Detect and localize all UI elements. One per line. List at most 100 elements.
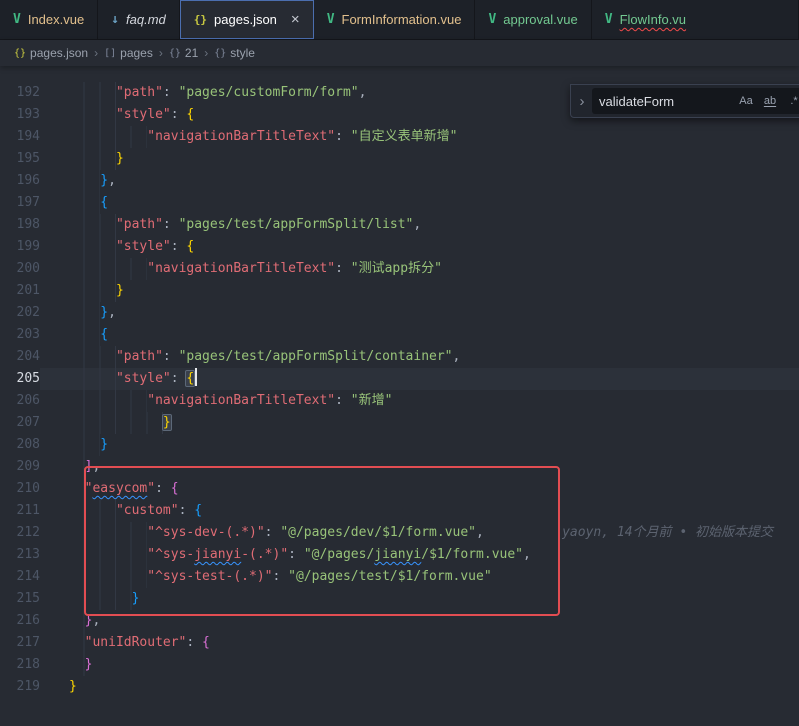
code-content[interactable]: "style": { bbox=[40, 368, 799, 390]
code-content[interactable]: { bbox=[40, 324, 799, 346]
code-token: "新增" bbox=[351, 393, 393, 408]
line-number[interactable]: 207 bbox=[0, 412, 40, 434]
code-token: } bbox=[132, 591, 140, 606]
code-line: 205"style": { bbox=[0, 368, 799, 390]
code-token: : bbox=[335, 261, 351, 276]
tab-label: FlowInfo.vu bbox=[620, 12, 686, 27]
tab-approval-vue[interactable]: Vapproval.vue bbox=[475, 0, 591, 39]
code-token: "^sys-test-(.*)" bbox=[147, 569, 272, 584]
code-content[interactable]: "^sys-test-(.*)": "@/pages/test/$1/form.… bbox=[40, 566, 799, 588]
line-number[interactable]: 219 bbox=[0, 676, 40, 698]
tab-label: pages.json bbox=[214, 12, 277, 27]
code-token: jianyi bbox=[194, 547, 241, 562]
line-number[interactable]: 193 bbox=[0, 104, 40, 126]
code-content[interactable]: "style": { bbox=[40, 236, 799, 258]
indent-whitespace bbox=[69, 192, 100, 214]
code-token: } bbox=[100, 437, 108, 452]
line-number[interactable]: 214 bbox=[0, 566, 40, 588]
breadcrumb-item-pages[interactable]: []pages bbox=[104, 46, 153, 60]
tab-flowinfo-vu[interactable]: V FlowInfo.vu bbox=[592, 0, 799, 39]
close-icon[interactable]: × bbox=[291, 12, 300, 27]
code-content[interactable]: } bbox=[40, 654, 799, 676]
code-content[interactable]: } bbox=[40, 412, 799, 434]
code-content[interactable]: }, bbox=[40, 610, 799, 632]
line-number[interactable]: 209 bbox=[0, 456, 40, 478]
breadcrumb-item-style[interactable]: {}style bbox=[214, 46, 255, 60]
tab-faq-md[interactable]: ↓faq.md bbox=[98, 0, 180, 39]
code-content[interactable]: "navigationBarTitleText": "自定义表单新增" bbox=[40, 126, 799, 148]
code-content[interactable]: } bbox=[40, 148, 799, 170]
code-content[interactable]: "navigationBarTitleText": "测试app拆分" bbox=[40, 258, 799, 280]
code-token: : bbox=[335, 129, 351, 144]
code-content[interactable]: "easycom": { bbox=[40, 478, 799, 500]
line-number[interactable]: 203 bbox=[0, 324, 40, 346]
object-icon: {} bbox=[214, 48, 226, 59]
tab-pages-json[interactable]: {}pages.json× bbox=[180, 0, 314, 39]
code-content[interactable]: "path": "pages/test/appFormSplit/list", bbox=[40, 214, 799, 236]
line-number[interactable]: 208 bbox=[0, 434, 40, 456]
whole-word-icon[interactable]: ab bbox=[759, 91, 781, 111]
line-number[interactable]: 211 bbox=[0, 500, 40, 522]
tab-forminformation-vue[interactable]: VFormInformation.vue bbox=[314, 0, 476, 39]
indent-whitespace bbox=[69, 302, 100, 324]
code-token: , bbox=[523, 547, 531, 562]
vue-icon: V bbox=[605, 12, 613, 27]
line-number[interactable]: 194 bbox=[0, 126, 40, 148]
code-content[interactable]: "custom": { bbox=[40, 500, 799, 522]
code-content[interactable]: { bbox=[40, 192, 799, 214]
code-content[interactable]: } bbox=[40, 280, 799, 302]
code-content[interactable]: } bbox=[40, 588, 799, 610]
code-editor[interactable]: 192"path": "pages/customForm/form",193"s… bbox=[0, 66, 799, 726]
code-content[interactable]: ], bbox=[40, 456, 799, 478]
code-content[interactable]: } bbox=[40, 676, 799, 698]
line-number[interactable]: 196 bbox=[0, 170, 40, 192]
code-token: "^sys-dev-(.*)" bbox=[147, 525, 264, 540]
code-line: 198"path": "pages/test/appFormSplit/list… bbox=[0, 214, 799, 236]
code-token: { bbox=[100, 195, 108, 210]
line-number[interactable]: 216 bbox=[0, 610, 40, 632]
code-content[interactable]: "path": "pages/test/appFormSplit/contain… bbox=[40, 346, 799, 368]
code-token: jianyi bbox=[374, 547, 421, 562]
line-number[interactable]: 192 bbox=[0, 82, 40, 104]
code-content[interactable]: "navigationBarTitleText": "新增" bbox=[40, 390, 799, 412]
code-content[interactable]: "^sys-dev-(.*)": "@/pages/dev/$1/form.vu… bbox=[40, 522, 799, 544]
line-number[interactable]: 215 bbox=[0, 588, 40, 610]
find-input-field[interactable] bbox=[592, 94, 735, 109]
breadcrumb-item-21[interactable]: {}21 bbox=[169, 46, 198, 60]
code-token: "pages/test/appFormSplit/container" bbox=[179, 349, 453, 364]
regex-icon[interactable]: .* bbox=[783, 91, 799, 111]
line-number[interactable]: 201 bbox=[0, 280, 40, 302]
tab-index-vue[interactable]: VIndex.vue bbox=[0, 0, 98, 39]
code-line: 194"navigationBarTitleText": "自定义表单新增" bbox=[0, 126, 799, 148]
line-number[interactable]: 195 bbox=[0, 148, 40, 170]
toggle-replace-button[interactable]: › bbox=[575, 93, 589, 110]
code-content[interactable]: } bbox=[40, 434, 799, 456]
code-token: , bbox=[359, 85, 367, 100]
indent-whitespace bbox=[69, 610, 85, 632]
line-number[interactable]: 205 bbox=[0, 368, 40, 390]
line-number[interactable]: 198 bbox=[0, 214, 40, 236]
line-number[interactable]: 200 bbox=[0, 258, 40, 280]
line-number[interactable]: 204 bbox=[0, 346, 40, 368]
markdown-icon: ↓ bbox=[111, 12, 119, 27]
line-number[interactable]: 210 bbox=[0, 478, 40, 500]
line-number[interactable]: 212 bbox=[0, 522, 40, 544]
code-content[interactable]: "uniIdRouter": { bbox=[40, 632, 799, 654]
code-token: : bbox=[186, 635, 202, 650]
line-number[interactable]: 202 bbox=[0, 302, 40, 324]
code-content[interactable]: }, bbox=[40, 170, 799, 192]
code-token: "path" bbox=[116, 217, 163, 232]
indent-whitespace bbox=[69, 258, 147, 280]
line-number[interactable]: 199 bbox=[0, 236, 40, 258]
line-number[interactable]: 206 bbox=[0, 390, 40, 412]
line-number[interactable]: 197 bbox=[0, 192, 40, 214]
match-case-icon[interactable]: Aa bbox=[735, 91, 757, 111]
code-content[interactable]: "^sys-jianyi-(.*)": "@/pages/jianyi/$1/f… bbox=[40, 544, 799, 566]
code-token: , bbox=[92, 613, 100, 628]
breadcrumb-item-pages-json[interactable]: {}pages.json bbox=[14, 46, 88, 60]
code-token: : bbox=[273, 569, 289, 584]
code-content[interactable]: }, bbox=[40, 302, 799, 324]
line-number[interactable]: 217 bbox=[0, 632, 40, 654]
line-number[interactable]: 218 bbox=[0, 654, 40, 676]
line-number[interactable]: 213 bbox=[0, 544, 40, 566]
